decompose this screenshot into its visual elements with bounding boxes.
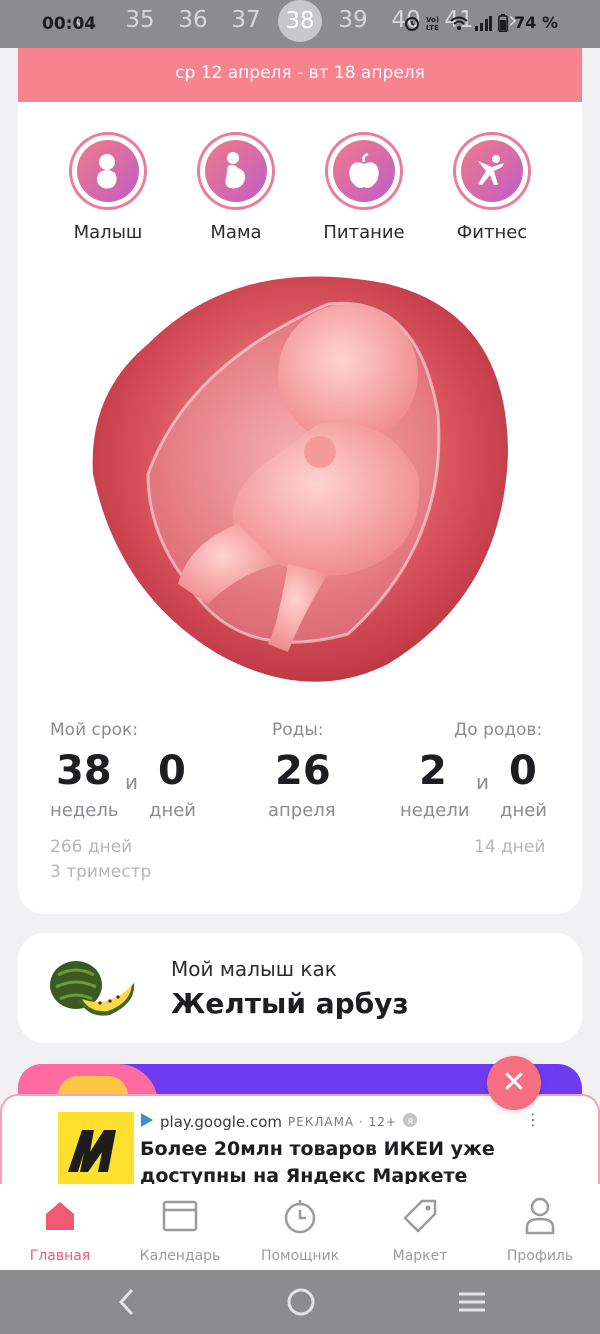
and-text: и xyxy=(476,770,489,794)
bottom-navigation: Главная Календарь Помощник Маркет Профил… xyxy=(0,1184,600,1270)
home-icon xyxy=(0,1196,120,1236)
birth-day-value: 26 xyxy=(275,748,331,794)
signal-icon xyxy=(474,15,493,31)
yoga-icon xyxy=(461,140,523,202)
alarm-icon xyxy=(404,15,420,31)
wifi-icon xyxy=(450,15,468,31)
ad-source-domain: play.google.com xyxy=(160,1113,282,1131)
nav-label: Помощник xyxy=(260,1248,340,1264)
calendar-icon xyxy=(120,1196,240,1236)
weeks-unit: недель xyxy=(50,800,119,821)
and-text: и xyxy=(125,770,138,794)
week-38-selected[interactable]: 38 xyxy=(278,0,322,42)
birth-month-text: апреля xyxy=(268,800,336,821)
system-navigation-bar xyxy=(0,1270,600,1334)
category-label: Фитнес xyxy=(456,222,528,243)
until-days-value: 0 xyxy=(509,748,537,794)
more-options-icon[interactable]: ⋮ xyxy=(525,1110,541,1129)
nav-profile[interactable]: Профиль xyxy=(480,1196,600,1264)
svg-text:я: я xyxy=(407,1116,413,1127)
my-term-label: Мой срок: xyxy=(50,720,139,740)
svg-text:Vo): Vo) xyxy=(426,16,439,24)
category-nutrition-button[interactable]: Питание xyxy=(309,132,419,243)
category-label: Мама xyxy=(210,222,262,243)
ad-tag: РЕКЛАМА · 12+ xyxy=(288,1115,397,1129)
week-36[interactable]: 36 xyxy=(171,7,215,33)
category-baby-button[interactable]: Малыш xyxy=(53,132,163,243)
svg-text:LTE: LTE xyxy=(426,24,439,31)
yandex-market-logo xyxy=(58,1112,134,1188)
nav-label: Маркет xyxy=(392,1248,448,1264)
until-days-unit: дней xyxy=(500,800,547,821)
week-39[interactable]: 39 xyxy=(331,7,375,33)
term-weeks-value: 38 xyxy=(56,748,112,794)
tag-icon xyxy=(360,1196,480,1236)
apple-icon xyxy=(333,140,395,202)
trimester-text: 3 триместр xyxy=(50,862,152,882)
category-label: Малыш xyxy=(73,222,143,243)
until-total-days-text: 14 дней xyxy=(474,837,546,857)
baby-size-subtitle: Мой малыш как xyxy=(171,957,337,981)
nav-home[interactable]: Главная xyxy=(0,1196,120,1264)
nav-label: Календарь xyxy=(139,1248,221,1264)
nav-calendar[interactable]: Календарь xyxy=(120,1196,240,1264)
days-unit: дней xyxy=(149,800,196,821)
status-icons: Vo) LTE 74 % xyxy=(404,13,558,32)
play-store-icon xyxy=(140,1112,154,1132)
nav-label: Профиль xyxy=(506,1248,574,1264)
yandex-icon: я xyxy=(402,1113,417,1131)
nav-market[interactable]: Маркет xyxy=(360,1196,480,1264)
category-shortcuts: Малыш Мама Питание Фитнес xyxy=(18,132,582,252)
battery-icon xyxy=(498,13,509,32)
recents-icon[interactable] xyxy=(457,1286,487,1322)
until-weeks-value: 2 xyxy=(419,748,447,794)
close-icon: ✕ xyxy=(501,1065,527,1100)
week-37[interactable]: 37 xyxy=(224,7,268,33)
back-icon[interactable] xyxy=(116,1286,138,1322)
category-label: Питание xyxy=(323,222,405,243)
ad-title: Более 20млн товаров ИКЕИ уже доступны на… xyxy=(140,1138,495,1187)
baby-size-card[interactable]: Мой малыш как Желтый арбуз xyxy=(18,933,582,1043)
baby-size-title: Желтый арбуз xyxy=(171,987,409,1020)
yellow-watermelon-image xyxy=(48,955,144,1021)
nav-label: Главная xyxy=(29,1248,91,1264)
home-circle-icon[interactable] xyxy=(285,1286,317,1322)
fetus-illustration xyxy=(88,264,512,688)
close-ad-button[interactable]: ✕ xyxy=(487,1056,541,1110)
date-range-banner: ср 12 апреля - вт 18 апреля xyxy=(18,48,582,102)
battery-percent: 74 % xyxy=(514,13,558,32)
term-days-value: 0 xyxy=(158,748,186,794)
profile-icon xyxy=(480,1196,600,1236)
volte-icon: Vo) LTE xyxy=(426,15,444,31)
status-time: 00:04 xyxy=(42,14,97,34)
birth-label: Роды: xyxy=(272,720,324,740)
until-birth-label: До родов: xyxy=(454,720,543,740)
total-days-text: 266 дней xyxy=(50,837,133,857)
nav-assistant[interactable]: Помощник xyxy=(240,1196,360,1264)
baby-icon xyxy=(77,140,139,202)
until-weeks-unit: недели xyxy=(400,800,470,821)
stopwatch-icon xyxy=(240,1196,360,1236)
pregnancy-overview-card: Малыш Мама Питание Фитнес Мой срок: Роды… xyxy=(18,102,582,914)
category-mom-button[interactable]: Мама xyxy=(181,132,291,243)
pregnant-mother-icon xyxy=(205,140,267,202)
category-fitness-button[interactable]: Фитнес xyxy=(437,132,547,243)
week-35[interactable]: 35 xyxy=(118,7,162,33)
